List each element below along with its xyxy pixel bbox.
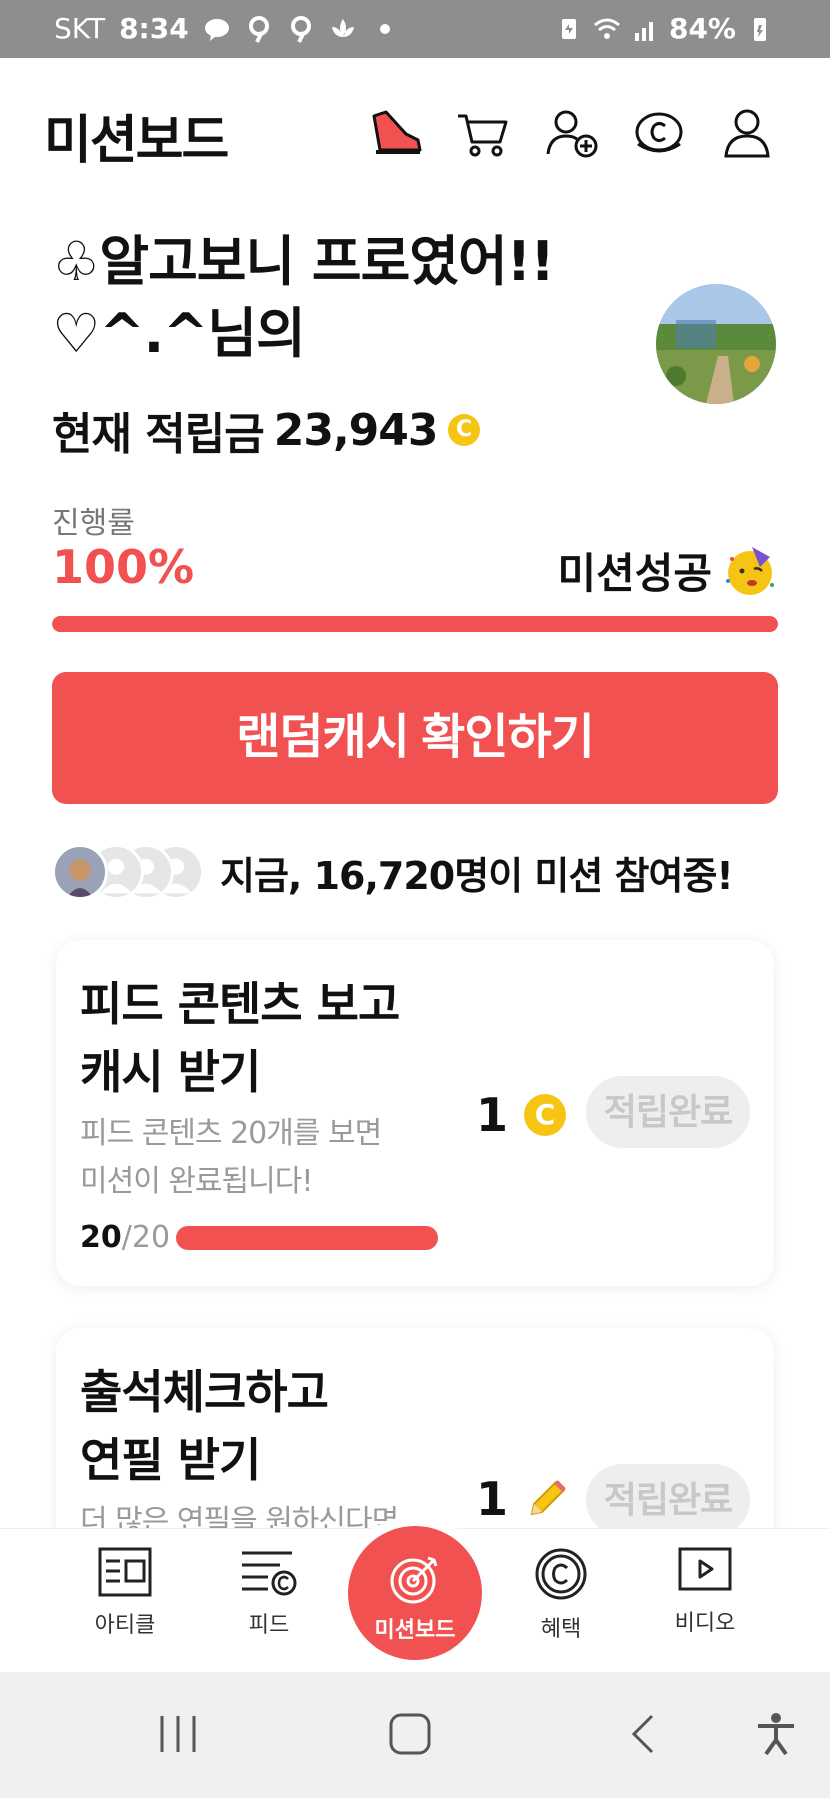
mission-count-done: 20: [80, 1220, 122, 1255]
mission-title: 출석체크하고 연필 받기: [80, 1358, 480, 1494]
app-header: 미션보드: [0, 58, 830, 188]
q-icon: [290, 15, 311, 43]
mission-title-line1: 출석체크하고: [80, 1365, 329, 1419]
cash-coin-icon: C: [524, 1094, 567, 1136]
dot-icon: [379, 23, 390, 34]
nav-missionboard[interactable]: 미션보드: [348, 1526, 482, 1660]
mission-status-button[interactable]: 적립완료: [586, 1076, 750, 1148]
nav-feed[interactable]: 피드: [214, 1547, 324, 1639]
mission-desc-line2: 미션이 완료됩니다!: [80, 1164, 313, 1199]
balance-label: 현재 적립금: [52, 409, 265, 460]
system-nav-bar: [0, 1672, 830, 1798]
target-icon: [390, 1556, 438, 1604]
nav-feed-label: 피드: [248, 1613, 290, 1638]
avatar[interactable]: [656, 284, 776, 404]
participants-suffix: 이 미션 참여중!: [488, 853, 734, 898]
video-icon: [678, 1547, 732, 1591]
mission-desc-line1: 피드 콘텐츠 20개를 보면: [80, 1116, 382, 1151]
mission-status-button[interactable]: 적립완료: [586, 1464, 750, 1536]
mission-reward: 1 C: [476, 1088, 567, 1142]
benefits-icon: [535, 1548, 587, 1600]
participants-count: 16,720명: [313, 853, 490, 898]
carrier-label: SKT: [54, 12, 106, 45]
mission-progress-fill: [52, 616, 778, 632]
accessibility-icon[interactable]: [754, 1712, 798, 1756]
balance-value: 23,943: [273, 404, 439, 456]
mission-count-total: /20: [121, 1220, 171, 1255]
mission-title-line2: 연필 받기: [80, 1433, 261, 1487]
participant-avatar: [52, 844, 108, 900]
talk-icon: [204, 18, 229, 41]
progress-value: 100%: [52, 540, 195, 594]
balance-row: 현재 적립금 23,943 C: [52, 398, 480, 462]
mission-reward-amount: 1: [476, 1472, 509, 1526]
party-face-icon: [726, 546, 774, 595]
nav-video[interactable]: 비디오: [650, 1547, 760, 1637]
mission-reward-amount: 1: [476, 1088, 509, 1142]
nav-video-label: 비디오: [674, 1611, 736, 1636]
mission-title-line1: 피드 콘텐츠 보고: [80, 977, 400, 1031]
back-icon[interactable]: [622, 1712, 666, 1756]
nav-article[interactable]: 아티클: [70, 1547, 180, 1639]
mission-title: 피드 콘텐츠 보고 캐시 받기: [80, 970, 480, 1106]
wifi-icon: [594, 18, 620, 39]
feed-icon: [242, 1551, 297, 1596]
progress-label: 진행률: [52, 506, 135, 541]
cash-coin-icon: C: [447, 414, 480, 446]
battery-saver-icon: [561, 18, 576, 39]
clock: 8:34: [119, 12, 189, 45]
sneaker-icon[interactable]: [366, 104, 424, 162]
participants-row: 지금, 16,720명이 미션 참여중!: [52, 840, 734, 904]
cart-icon[interactable]: [454, 104, 512, 162]
home-icon[interactable]: [388, 1712, 432, 1756]
participant-avatars: [52, 842, 212, 902]
greeting: ♧알고보니 프로였어!! ♡^.^님의: [52, 226, 652, 370]
nav-missionboard-label: 미션보드: [374, 1618, 456, 1643]
greeting-line2: ♡^.^님의: [52, 302, 306, 365]
mission-success-label: 미션성공: [557, 549, 712, 598]
lotus-icon: [331, 18, 354, 37]
pencil-icon: [530, 1480, 566, 1516]
article-icon: [98, 1547, 152, 1597]
nav-article-label: 아티클: [94, 1613, 156, 1638]
recent-apps-icon[interactable]: [156, 1712, 200, 1756]
mission-description: 피드 콘텐츠 20개를 보면 미션이 완료됩니다!: [80, 1110, 440, 1206]
mission-progress-bar: [52, 616, 778, 632]
mission-card[interactable]: 피드 콘텐츠 보고 캐시 받기 피드 콘텐츠 20개를 보면 미션이 완료됩니다…: [56, 940, 774, 1286]
cash-coin-icon[interactable]: [630, 104, 688, 162]
page-title: 미션보드: [44, 111, 229, 171]
greeting-line1: ♧알고보니 프로였어!!: [52, 230, 555, 293]
profile-icon[interactable]: [718, 104, 776, 162]
mission-reward: 1: [476, 1472, 570, 1526]
battery-icon: [754, 17, 766, 41]
status-bar: SKT 8:34 84%: [0, 0, 830, 58]
mission-progress-bar: [176, 1225, 439, 1250]
add-friend-icon[interactable]: [542, 104, 600, 162]
q-icon: [248, 15, 269, 43]
mission-count: 20/20: [80, 1220, 439, 1255]
random-cash-button[interactable]: 랜덤캐시 확인하기: [52, 672, 778, 804]
nav-benefits[interactable]: 혜택: [506, 1547, 616, 1643]
mission-success: 미션성공: [557, 540, 778, 601]
participants-text: 지금, 16,720명이 미션 참여중!: [220, 845, 734, 900]
mission-title-line2: 캐시 받기: [80, 1045, 261, 1099]
participants-prefix: 지금,: [220, 853, 302, 898]
nav-benefits-label: 혜택: [540, 1617, 582, 1642]
battery-percent: 84%: [668, 12, 736, 45]
signal-icon: [634, 21, 653, 41]
